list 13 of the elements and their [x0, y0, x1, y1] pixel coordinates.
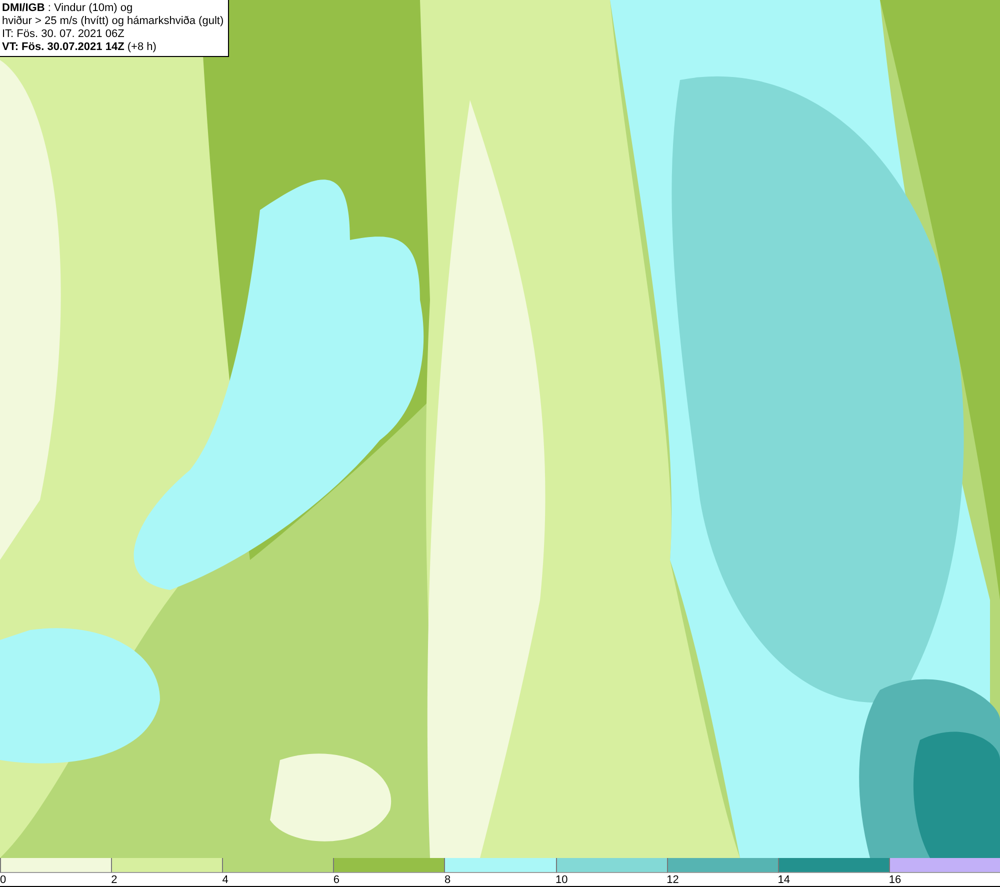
title-line: hviður > 25 m/s (hvítt) og hámarkshviða (gult): [2, 15, 224, 28]
legend-label: 6: [333, 874, 340, 887]
legend-label: 0: [0, 874, 6, 887]
legend-label: 2: [111, 874, 118, 887]
title-line: DMI/IGB : Vindur (10m) og: [2, 2, 134, 15]
title-line: VT: Fös. 30.07.2021 14Z (+8 h): [2, 41, 158, 54]
legend-label: 12: [666, 874, 679, 887]
title-line: IT: Fös. 30. 07. 2021 06Z: [2, 28, 126, 41]
legend-label: 10: [556, 874, 568, 887]
legend-label: 4: [222, 874, 228, 887]
legend-label: 16: [888, 874, 902, 887]
legend-label: 8: [444, 874, 451, 887]
legend-label: 14: [778, 874, 790, 887]
